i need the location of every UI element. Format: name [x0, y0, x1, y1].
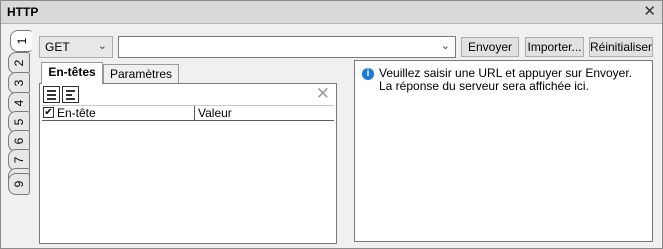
response-panel: i Veuillez saisir une URL et appuyer sur…: [354, 60, 653, 242]
method-value: GET: [45, 40, 70, 54]
send-button[interactable]: Envoyer: [461, 37, 519, 57]
import-button[interactable]: Importer...: [525, 37, 584, 57]
reset-button[interactable]: Réinitialiser: [589, 37, 653, 57]
column-header-value: Valeur: [198, 106, 232, 120]
add-header-icon[interactable]: [43, 86, 60, 103]
vertical-tab-strip: 1 2 3 4 5 6 7 8 9: [6, 30, 32, 244]
title-bar: HTTP ✕: [1, 1, 662, 24]
tab-parameters[interactable]: Paramètres: [103, 64, 179, 84]
info-icon: i: [362, 68, 374, 80]
delete-icon[interactable]: ✕: [316, 84, 330, 104]
select-all-checkbox[interactable]: ✔: [43, 107, 54, 118]
close-icon[interactable]: ✕: [643, 3, 656, 21]
tab-headers[interactable]: En-têtes: [41, 62, 103, 84]
vertical-tab-2[interactable]: 2: [8, 52, 30, 74]
vertical-tab-3[interactable]: 3: [8, 72, 30, 94]
headers-toolbar: ✕: [42, 84, 334, 106]
window-title: HTTP: [7, 5, 39, 19]
url-combobox[interactable]: ⌄: [118, 36, 456, 58]
column-header-name: En-tête: [57, 106, 96, 120]
chevron-down-icon[interactable]: ⌄: [441, 39, 450, 52]
response-message: Veuillez saisir une URL et appuyer sur E…: [379, 67, 632, 93]
vertical-tab-1[interactable]: 1: [10, 30, 32, 52]
headers-table-header: ✔ En-tête Valeur: [42, 106, 334, 121]
vertical-tab-9[interactable]: 9: [8, 173, 30, 195]
chevron-down-icon: ⌄: [97, 40, 107, 52]
insert-header-icon[interactable]: [62, 86, 79, 103]
method-select[interactable]: GET ⌄: [39, 36, 113, 58]
response-line-2: La réponse du serveur sera affichée ici.: [379, 79, 589, 93]
column-divider[interactable]: [194, 106, 195, 120]
